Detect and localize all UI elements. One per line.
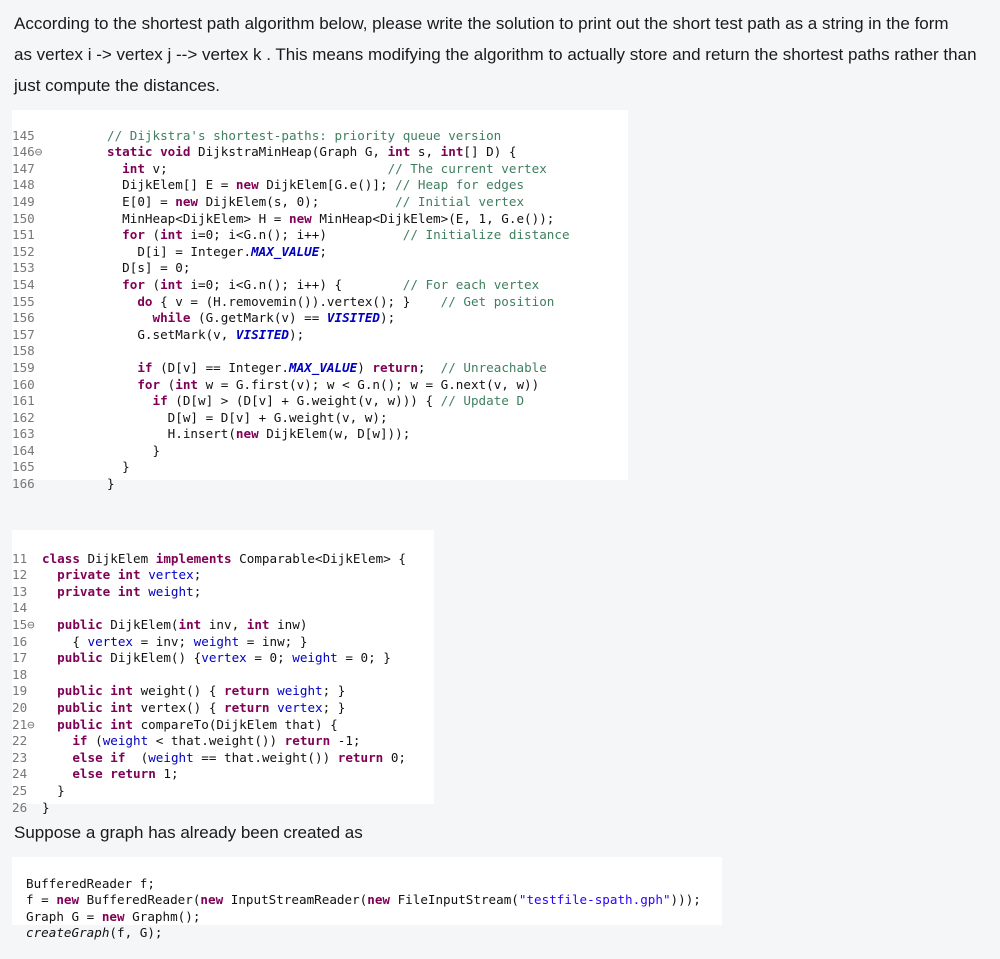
code-line: 14: [12, 600, 28, 616]
code-line: 15⊖ public DijkElem(int inv, int inw): [12, 616, 308, 632]
question-text: According to the shortest path algorithm…: [14, 8, 989, 101]
code-line: 148 DijkElem[] E = new DijkElem[G.e()]; …: [12, 177, 525, 193]
code-line: 19 public int weight() { return weight; …: [12, 683, 346, 699]
code-line: 22 if (weight < that.weight()) return -1…: [12, 733, 361, 749]
code-line: 156 while (G.getMark(v) == VISITED);: [12, 310, 396, 326]
code-line: 157 G.setMark(v, VISITED);: [12, 326, 305, 342]
code-line: Graph G = new Graphm();: [26, 908, 201, 924]
code-line: 24 else return 1;: [12, 766, 179, 782]
code-line: 162 D[w] = D[v] + G.weight(v, w);: [12, 409, 388, 425]
code-line: 166}: [12, 476, 115, 492]
question-line-1: According to the shortest path algorithm…: [14, 14, 949, 33]
code-line: 11 class DijkElem implements Comparable<D…: [12, 550, 406, 566]
code-line: 25 }: [12, 782, 65, 798]
code-line: 26}: [12, 799, 50, 815]
code-line: 18: [12, 666, 28, 682]
code-line: 153 D[s] = 0;: [12, 260, 191, 276]
file-name-string: "testfile-spath.gph": [518, 892, 671, 908]
question-line-3: just compute the distances.: [14, 76, 221, 95]
code-line: 146⊖ static void DijkstraMinHeap(Graph G,…: [12, 144, 517, 160]
graph-creation-code-block: BufferedReader f; f = new BufferedReader(…: [12, 857, 722, 940]
code-line: 23 else if (weight == that.weight()) ret…: [12, 749, 407, 765]
code-line: 149 E[0] = new DijkElem(s, 0); // Initia…: [12, 193, 525, 209]
code-line: 20 public int vertex() { return vertex; …: [12, 699, 346, 715]
code-line: 17 public DijkElem() {vertex = 0; weight…: [12, 650, 391, 666]
code-line: 152 D[i] = Integer.MAX_VALUE;: [12, 243, 327, 259]
code-line: 165 }: [12, 459, 130, 475]
code-line: 145// Dijkstra's shortest-paths: priorit…: [12, 127, 502, 143]
code-line: 164 }: [12, 442, 161, 458]
code-line: 154 for (int i=0; i<G.n(); i++) { // For…: [12, 276, 540, 292]
code-line: 160 for (int w = G.first(v); w < G.n(); …: [12, 376, 540, 392]
code-line: 151 for (int i=0; i<G.n(); i++) // Initi…: [12, 227, 570, 243]
dijkstra-code-block: 145// Dijkstra's shortest-paths: priorit…: [12, 110, 628, 491]
code-line: 147 int v; // The current vertex: [12, 160, 547, 176]
code-line: 159 if (D[v] == Integer.MAX_VALUE) retur…: [12, 359, 547, 375]
question-line-2: as vertex i -> vertex j --> vertex k . T…: [14, 45, 977, 64]
code-line: 155 do { v = (H.removemin()).vertex(); }…: [12, 293, 555, 309]
code-line: 12 private int vertex;: [12, 567, 202, 583]
code-line: createGraph(f, G);: [26, 925, 163, 941]
code-line: 158: [12, 343, 35, 359]
code-line: BufferedReader f;: [26, 875, 155, 891]
code-line: 150 MinHeap<DijkElem> H = new MinHeap<Di…: [12, 210, 555, 226]
code-line: 161 if (D[w] > (D[v] + G.weight(v, w))) …: [12, 393, 525, 409]
code-line: 163 H.insert(new DijkElem(w, D[w]));: [12, 426, 411, 442]
code-line: f = new BufferedReader(new InputStreamRe…: [26, 892, 701, 908]
code-line: 21⊖ public int compareTo(DijkElem that) …: [12, 716, 338, 732]
code-line: 16 { vertex = inv; weight = inw; }: [12, 633, 308, 649]
supposition-text: Suppose a graph has already been created…: [14, 823, 363, 842]
dijkelem-code-block: 11 class DijkElem implements Comparable<D…: [12, 530, 434, 815]
code-line: 13 private int weight;: [12, 583, 202, 599]
